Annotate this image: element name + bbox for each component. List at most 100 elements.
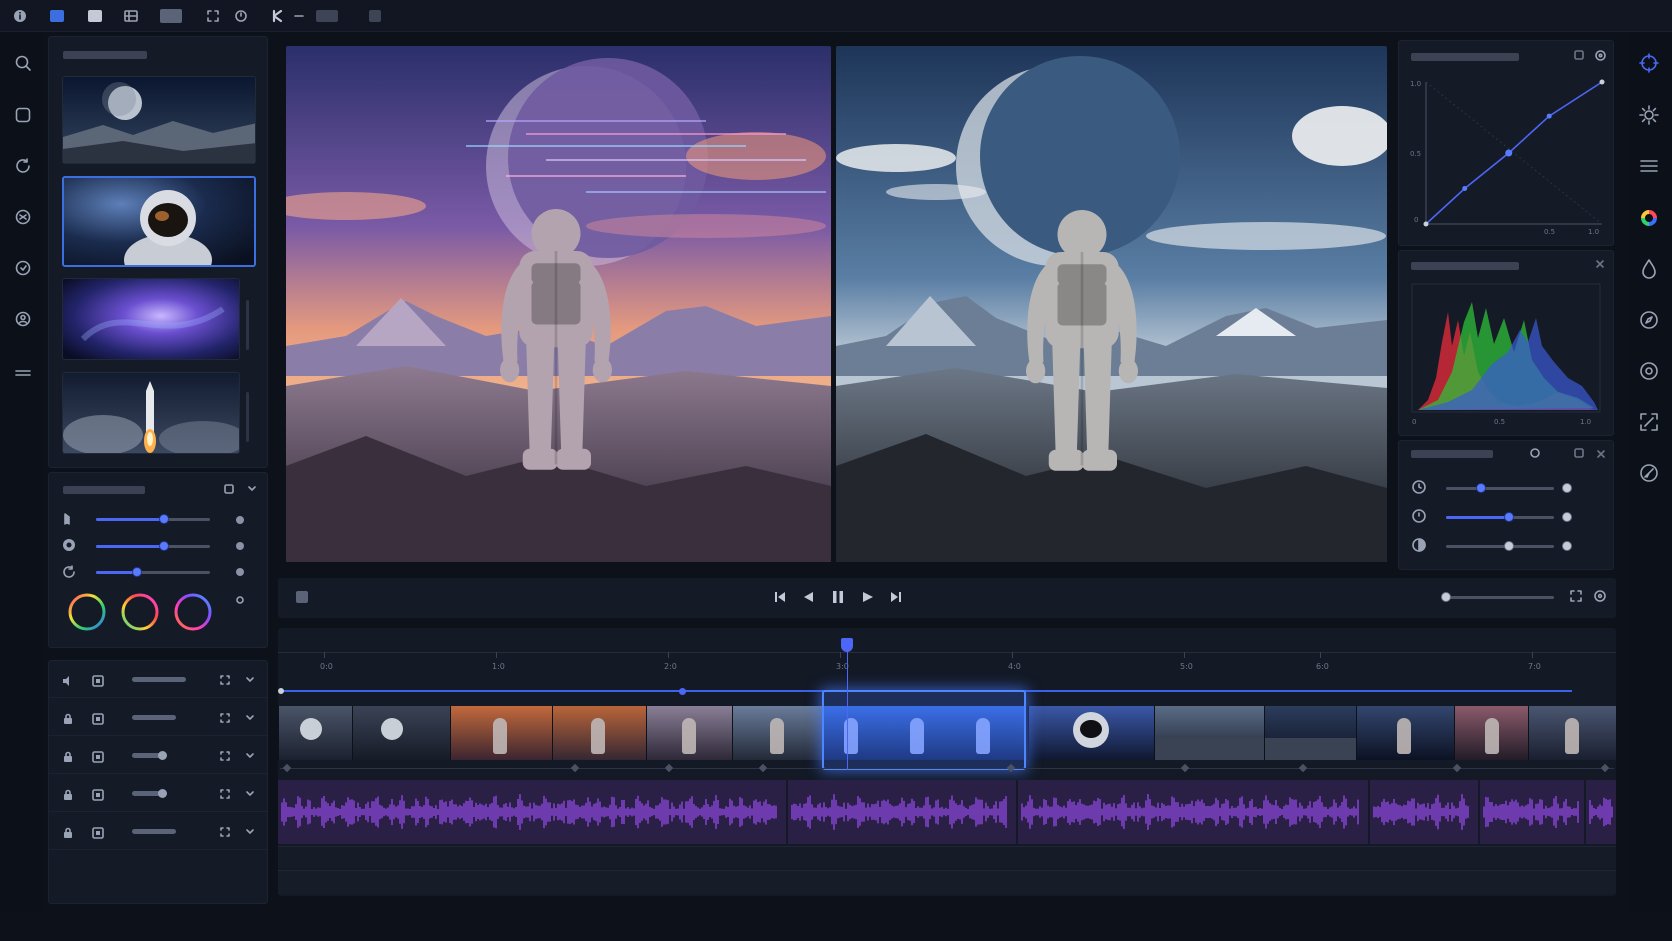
selected-clip[interactable] — [822, 690, 1026, 770]
target-icon[interactable] — [1636, 358, 1662, 384]
menu-icon[interactable] — [12, 362, 34, 384]
curve-control-point[interactable] — [1546, 113, 1552, 119]
media-clip-nebula[interactable] — [62, 278, 240, 360]
lock-icon[interactable] — [62, 713, 74, 725]
track-visibility-icon[interactable] — [92, 675, 104, 687]
color-slider-1-end[interactable] — [1562, 483, 1572, 493]
crop-icon[interactable] — [206, 8, 220, 24]
track-level-bar[interactable] — [132, 715, 176, 720]
skip-back-icon[interactable] — [774, 591, 786, 603]
video-clip-thumbnail[interactable] — [646, 706, 732, 760]
collapse-icon[interactable] — [1597, 450, 1605, 458]
work-area-start-handle[interactable] — [278, 688, 284, 694]
color-slider-3[interactable] — [1446, 545, 1554, 548]
chevron-down-icon[interactable] — [248, 486, 256, 492]
empty-track[interactable] — [278, 870, 1616, 894]
people-icon[interactable] — [12, 308, 34, 330]
track-header[interactable] — [48, 702, 268, 736]
close-icon[interactable] — [1596, 260, 1604, 268]
chevron-down-icon[interactable] — [246, 715, 254, 721]
curves-graph[interactable]: 1.0 0.5 0 0.5 1.0 — [1406, 72, 1606, 238]
curve-line[interactable] — [1425, 81, 1603, 225]
video-clip-thumbnail[interactable] — [1154, 706, 1264, 760]
source-viewer[interactable] — [286, 46, 831, 562]
media-clip-astronaut-portrait[interactable] — [62, 176, 256, 267]
pause-icon[interactable] — [831, 590, 845, 604]
film-icon[interactable] — [86, 8, 104, 24]
fullscreen-icon[interactable] — [1570, 590, 1582, 602]
midtones-color-wheel[interactable] — [121, 593, 159, 631]
media-clip-planet-landscape[interactable] — [62, 76, 256, 164]
track-header[interactable] — [48, 664, 268, 698]
tint-reset-dot[interactable] — [236, 568, 244, 576]
video-icon[interactable] — [48, 8, 66, 24]
video-clip-thumbnail[interactable] — [1028, 706, 1154, 760]
empty-track[interactable] — [278, 846, 1616, 868]
media-icon[interactable] — [12, 104, 34, 126]
video-clip-thumbnail[interactable] — [552, 706, 646, 760]
track-level-bar[interactable] — [132, 829, 176, 834]
program-viewer[interactable] — [836, 46, 1387, 562]
chevron-down-icon[interactable] — [246, 753, 254, 759]
cut-tool-icon[interactable] — [272, 8, 288, 24]
color-slider-2-knob[interactable] — [1503, 512, 1514, 522]
video-clip-thumbnail[interactable] — [450, 706, 552, 760]
transform-icon[interactable] — [1636, 409, 1662, 435]
skip-forward-icon[interactable] — [890, 591, 902, 603]
curve-control-point[interactable] — [1505, 149, 1513, 157]
transition-icon[interactable] — [12, 257, 34, 279]
track-expand-icon[interactable] — [220, 675, 230, 685]
video-clip-thumbnail[interactable] — [732, 706, 822, 760]
color-slider-1-knob[interactable] — [1475, 483, 1486, 493]
settings-icon[interactable] — [1594, 590, 1606, 602]
zoom-slider[interactable] — [1446, 596, 1554, 599]
wheel-reset-icon[interactable] — [236, 596, 244, 604]
copy-icon[interactable] — [1574, 50, 1584, 60]
step-back-icon[interactable] — [802, 591, 814, 603]
media-clip-rocket-launch[interactable] — [62, 372, 240, 454]
lock-icon[interactable] — [62, 789, 74, 801]
track-visibility-icon[interactable] — [92, 751, 104, 763]
highlights-color-wheel[interactable] — [174, 593, 212, 631]
track-visibility-icon[interactable] — [92, 713, 104, 725]
video-clip-thumbnail[interactable] — [1264, 706, 1356, 760]
curve-control-point[interactable] — [1462, 186, 1468, 191]
speed-icon[interactable] — [1636, 460, 1662, 486]
search-icon[interactable] — [12, 52, 34, 74]
track-expand-icon[interactable] — [220, 751, 230, 761]
effects-icon[interactable] — [12, 206, 34, 228]
color-slider-3-knob[interactable] — [1503, 541, 1514, 551]
track-visibility-icon[interactable] — [92, 789, 104, 801]
curve-control-point[interactable] — [1423, 221, 1429, 227]
track-header[interactable] — [48, 778, 268, 812]
track-level-knob[interactable] — [158, 751, 167, 760]
list-icon[interactable] — [1636, 153, 1662, 179]
chevron-down-icon[interactable] — [246, 791, 254, 797]
saturation-reset-dot[interactable] — [236, 542, 244, 550]
chevron-down-icon[interactable] — [246, 677, 254, 683]
brightness-icon[interactable] — [1636, 102, 1662, 128]
settings-icon[interactable] — [1595, 50, 1606, 61]
compass-icon[interactable] — [1636, 307, 1662, 333]
track-expand-icon[interactable] — [220, 827, 230, 837]
color-slider-2-end[interactable] — [1562, 512, 1572, 522]
playhead[interactable] — [840, 638, 853, 652]
zoom-slider-knob[interactable] — [1441, 592, 1451, 602]
track-header[interactable] — [48, 740, 268, 774]
timer-icon[interactable] — [234, 8, 248, 24]
video-clip-thumbnail[interactable] — [1528, 706, 1616, 760]
droplet-icon[interactable] — [1636, 256, 1662, 282]
chevron-down-icon[interactable] — [246, 829, 254, 835]
tint-slider-knob[interactable] — [132, 567, 143, 577]
lock-icon[interactable] — [62, 827, 74, 839]
media-bin-scrollbar-lower[interactable] — [246, 392, 249, 442]
track-header[interactable] — [48, 816, 268, 850]
track-expand-icon[interactable] — [220, 713, 230, 723]
video-clip-thumbnail[interactable] — [1356, 706, 1454, 760]
stop-icon[interactable] — [296, 591, 308, 603]
layout-icon[interactable] — [316, 8, 338, 24]
play-icon[interactable] — [862, 591, 874, 603]
panel-expand-icon[interactable] — [224, 484, 234, 494]
video-clip-thumbnail[interactable] — [278, 706, 352, 760]
track-level-bar[interactable] — [132, 677, 186, 682]
